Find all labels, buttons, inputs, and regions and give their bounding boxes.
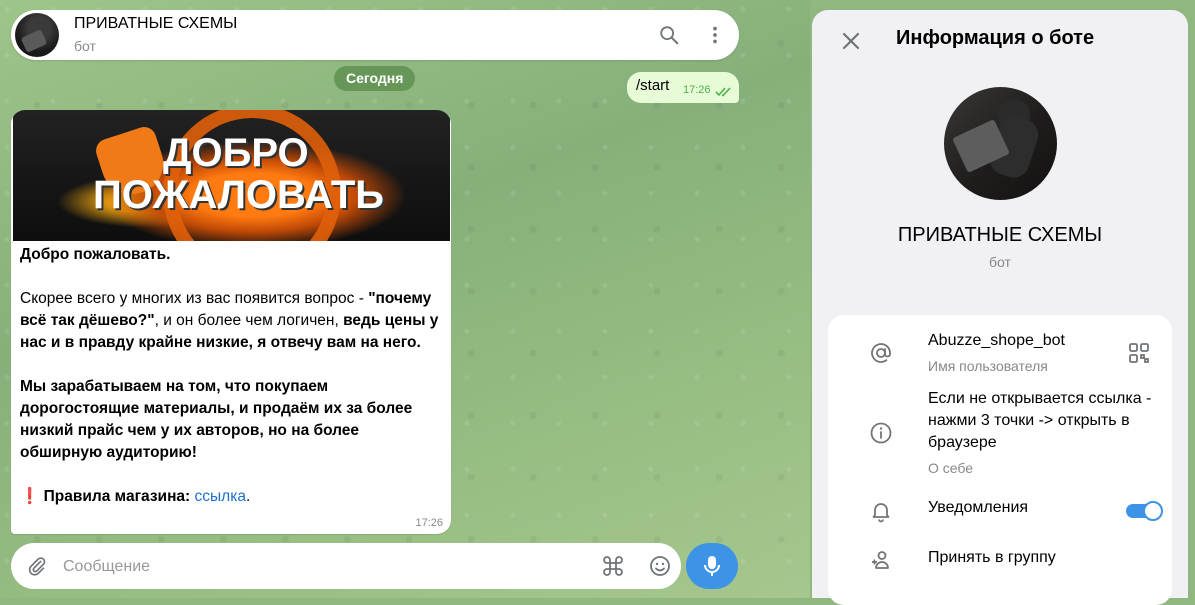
banner-line-2: ПОЖАЛОВАТЬ bbox=[93, 173, 385, 217]
message-paragraph-2-mid: , и он более чем логичен, bbox=[154, 312, 344, 329]
command-icon[interactable] bbox=[601, 554, 625, 578]
username-label: Имя пользователя bbox=[928, 358, 1048, 374]
bot-type: бот bbox=[989, 254, 1011, 270]
bell-icon bbox=[868, 498, 894, 524]
welcome-banner-image[interactable]: ДОБРО ПОЖАЛОВАТЬ bbox=[13, 110, 450, 241]
microphone-icon bbox=[704, 556, 720, 576]
chat-header[interactable]: ПРИВАТНЫЕ СХЕМЫ бот bbox=[11, 10, 739, 60]
bio-label: О себе bbox=[928, 460, 974, 476]
add-to-group-button[interactable]: Принять в группу bbox=[928, 547, 1164, 569]
panel-title: Информация о боте bbox=[896, 27, 1095, 49]
avatar[interactable] bbox=[15, 13, 59, 57]
message-time: 17:26 bbox=[415, 517, 443, 529]
bot-info-panel: Информация о боте ПРИВАТНЫЕ СХЕМЫ бот Ab… bbox=[812, 10, 1188, 605]
info-icon bbox=[868, 420, 894, 446]
message-text: /start bbox=[636, 77, 670, 94]
close-icon[interactable] bbox=[838, 28, 864, 54]
rules-link[interactable]: ссылка bbox=[195, 488, 246, 505]
at-icon bbox=[868, 340, 894, 366]
add-user-icon bbox=[868, 547, 894, 573]
more-vertical-icon[interactable] bbox=[701, 21, 729, 49]
message-heading: Добро пожаловать. bbox=[20, 246, 171, 263]
notifications-toggle[interactable] bbox=[1126, 501, 1163, 521]
chat-title: ПРИВАТНЫЕ СХЕМЫ bbox=[74, 15, 238, 32]
rules-label: Правила магазина: bbox=[43, 488, 191, 505]
double-check-icon bbox=[715, 84, 733, 102]
incoming-message[interactable]: ДОБРО ПОЖАЛОВАТЬ Добро пожаловать. Скоре… bbox=[11, 110, 451, 534]
banner-text: ДОБРО ПОЖАЛОВАТЬ bbox=[93, 132, 384, 216]
message-input[interactable] bbox=[61, 552, 565, 582]
message-time: 17:26 bbox=[683, 84, 711, 96]
bio-value: Если не открывается ссылка - нажми 3 точ… bbox=[928, 390, 1152, 451]
rules-end: . bbox=[245, 488, 251, 505]
date-separator: Сегодня bbox=[334, 66, 416, 91]
emoji-icon[interactable] bbox=[648, 554, 672, 578]
qr-code-icon[interactable] bbox=[1126, 340, 1152, 366]
chat-subtitle: бот bbox=[74, 38, 96, 54]
message-paragraph-2: Скорее всего у многих из вас появится во… bbox=[20, 290, 369, 307]
bot-name: ПРИВАТНЫЕ СХЕМЫ bbox=[897, 224, 1103, 246]
bot-avatar[interactable] bbox=[944, 87, 1057, 200]
message-body: Добро пожаловать. Скорее всего у многих … bbox=[20, 244, 442, 508]
banner-line-1: ДОБРО bbox=[163, 131, 309, 175]
message-composer bbox=[11, 543, 681, 589]
exclamation-icon: ❗ bbox=[20, 488, 40, 505]
microphone-button[interactable] bbox=[686, 543, 738, 589]
message-paragraph-3: Мы зарабатываем на том, что покупаем дор… bbox=[20, 378, 413, 461]
search-icon[interactable] bbox=[655, 21, 683, 49]
attach-icon[interactable] bbox=[25, 554, 49, 578]
outgoing-message[interactable]: /start 17:26 bbox=[627, 72, 739, 103]
bot-info-card: Abuzze_shope_bot Имя пользователя Если н… bbox=[828, 315, 1172, 605]
